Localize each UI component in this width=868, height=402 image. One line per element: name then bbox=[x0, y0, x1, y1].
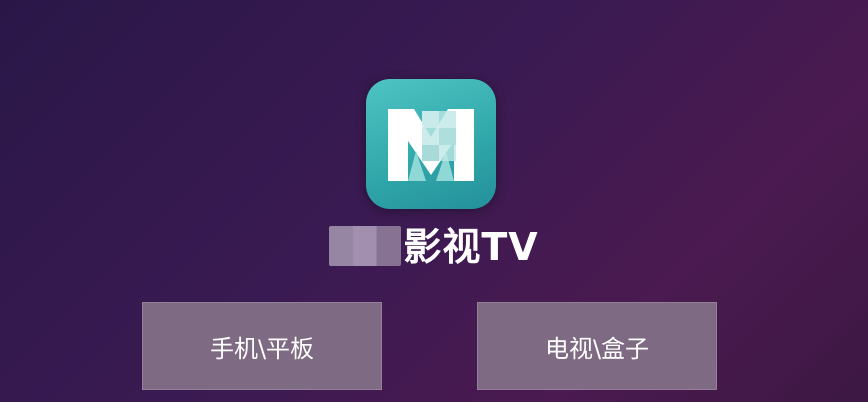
app-logo-icon bbox=[366, 79, 496, 209]
tv-box-button[interactable]: 电视\盒子 bbox=[477, 302, 717, 390]
tv-box-button-label: 电视\盒子 bbox=[544, 334, 650, 363]
phone-tablet-button-label: 手机\平板 bbox=[209, 334, 315, 363]
phone-tablet-button[interactable]: 手机\平板 bbox=[142, 302, 382, 390]
app-title-text: 影视TV bbox=[403, 225, 539, 269]
app-title: 影视TV bbox=[0, 216, 868, 271]
obscured-text-mosaic bbox=[329, 226, 402, 266]
